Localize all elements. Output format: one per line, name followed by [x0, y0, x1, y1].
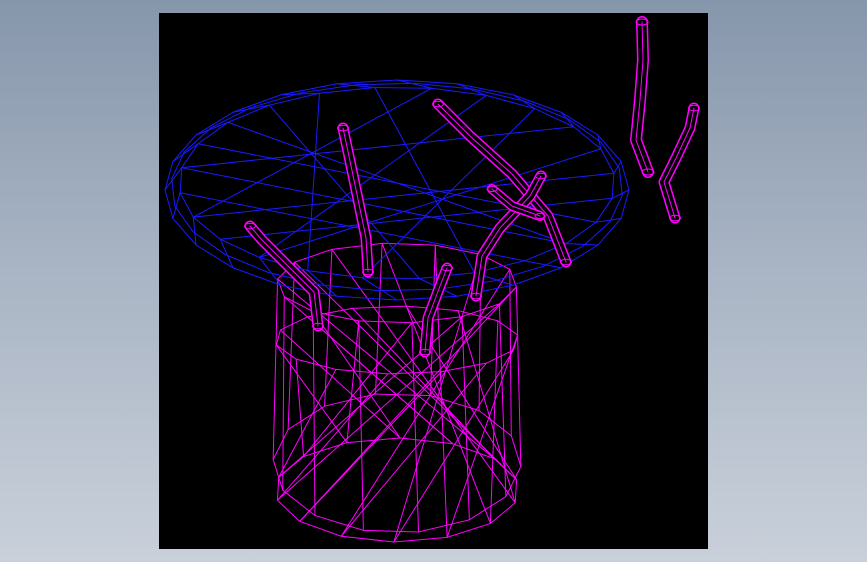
disc-wireframe [164, 79, 630, 301]
tube-branch [470, 170, 547, 302]
wireframe-scene [164, 79, 630, 543]
cad-3d-viewport[interactable] [159, 13, 708, 549]
